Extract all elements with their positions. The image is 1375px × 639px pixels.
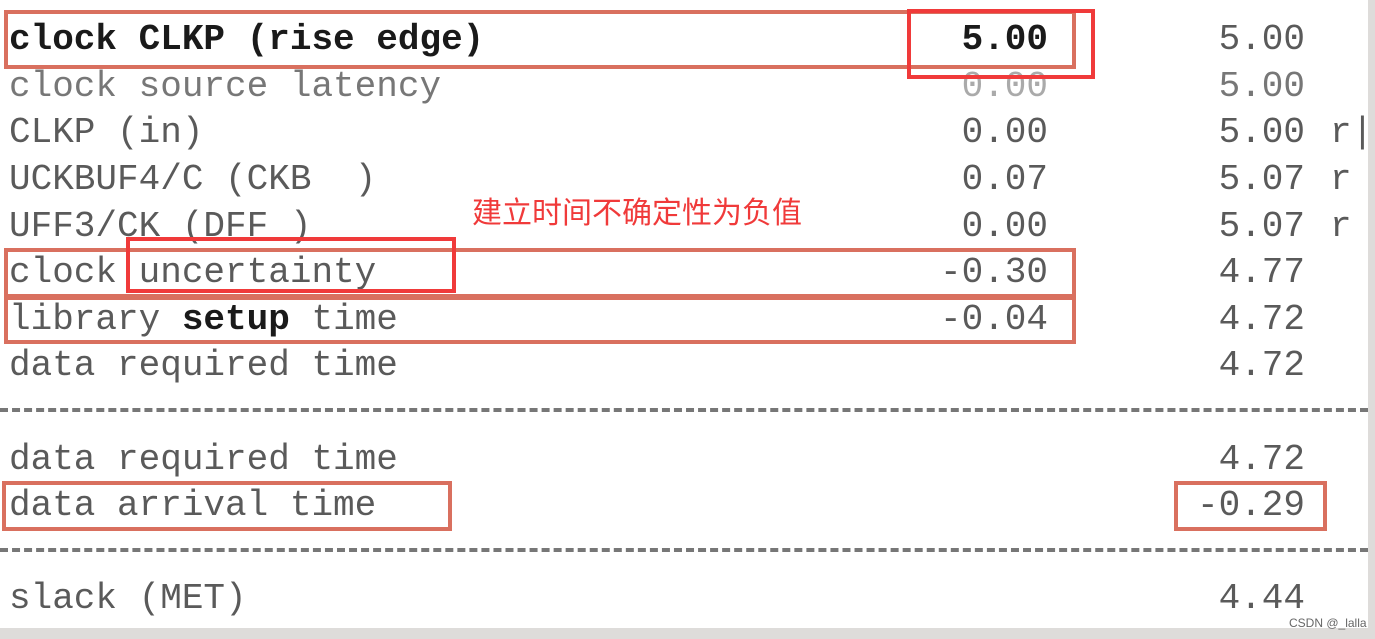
row-label: clock source latency [9,66,442,107]
annotation-text: 建立时间不确定性为负值 [472,196,802,231]
path-value: 5.00 [1218,112,1305,153]
row-label: data required time [9,345,398,386]
separator [0,408,1368,412]
row-label: CLKP (in) [9,112,204,153]
path-value: 4.72 [1218,345,1305,386]
path-value: 5.07 [1218,159,1305,200]
row-label: data required time [9,439,398,480]
path-value: 4.72 [1218,439,1305,480]
report-row: clock source latency 0.00 5.00 [0,64,1368,110]
edge-flag: r [1330,206,1352,247]
report-row: data required time 4.72 [0,343,1368,389]
edge-flag: r| [1330,112,1374,153]
incr-value: 0.00 [961,206,1048,247]
timing-report: clock CLKP (rise edge) 5.00 5.00 clock s… [0,0,1373,628]
incr-value: 0.07 [961,159,1048,200]
path-value: 4.72 [1218,299,1305,340]
path-value: 5.07 [1218,206,1305,247]
separator [0,548,1368,552]
path-value: 4.77 [1218,252,1305,293]
highlight-box-arrival-label [2,481,452,531]
highlight-box-uncertainty-label [126,237,456,293]
report-row: data required time 4.72 [0,437,1368,483]
highlight-box-arrival-value [1174,481,1327,531]
highlight-box-clock-period [907,9,1095,79]
path-value: 5.00 [1218,66,1305,107]
row-label: slack (MET) [9,578,247,619]
edge-flag: r [1330,159,1352,200]
highlight-box-setup [4,296,1076,344]
report-row: CLKP (in) 0.00 5.00 r| [0,110,1373,156]
incr-value: 0.00 [961,112,1048,153]
row-label: UCKBUF4/C (CKB ) [9,159,377,200]
watermark: CSDN @_lalla [1289,616,1367,630]
path-value: 5.00 [1218,19,1305,60]
slack-row: slack (MET) 4.44 [0,576,1368,622]
